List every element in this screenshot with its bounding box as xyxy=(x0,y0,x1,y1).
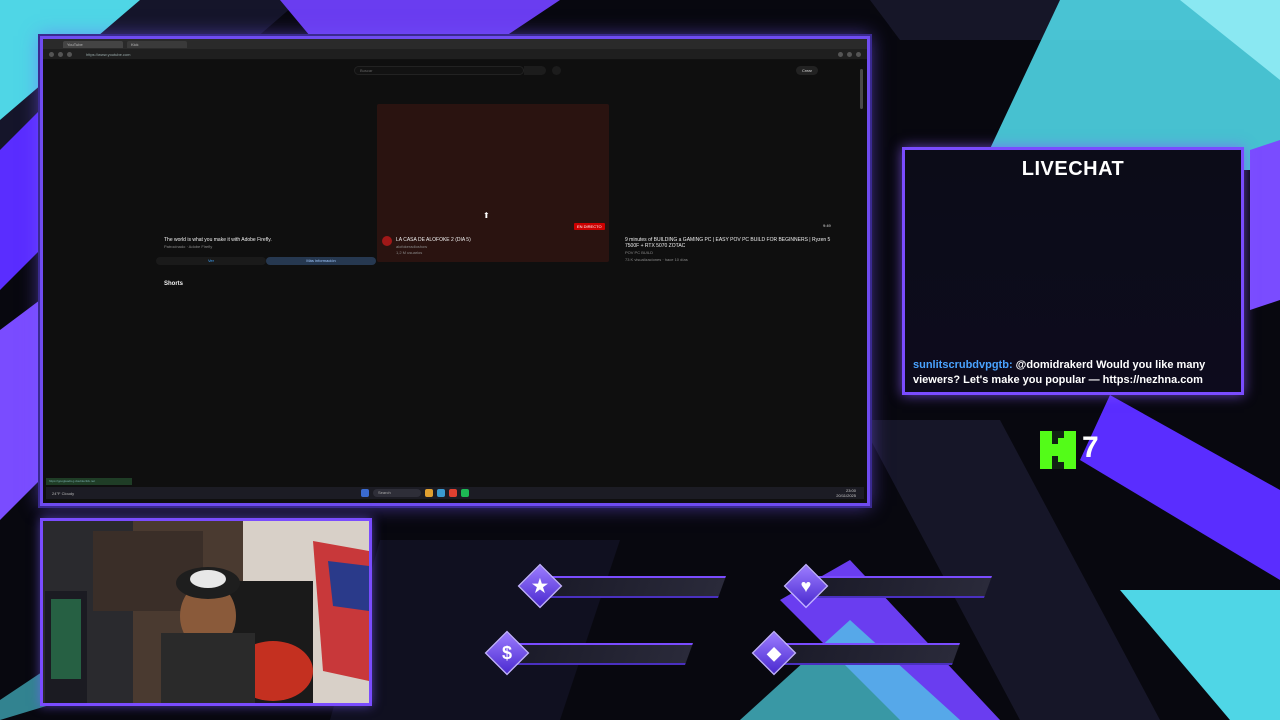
edge-icon[interactable] xyxy=(437,489,445,497)
taskbar-apps: Search xyxy=(361,489,469,497)
chat-username: sunlitscrubdvpgtb: xyxy=(913,359,1013,371)
sub-alert: ◆ xyxy=(751,630,962,676)
windows-taskbar: 24°F Cloudy Search 23:00 20/11/2025 xyxy=(46,487,864,499)
live-video-viewers: 1,2 M usuarios xyxy=(396,250,423,255)
sub-alert-bar xyxy=(769,643,961,665)
video-title-line2[interactable]: 7500F + RTX 5070 ZOTAC xyxy=(625,243,685,249)
url-text[interactable]: https://www.youtube.com xyxy=(86,52,130,57)
live-video-title[interactable]: LA CASA DE ALOFOKE 2 (DIA 5) xyxy=(396,237,471,243)
back-icon[interactable] xyxy=(49,51,54,57)
browser-window[interactable]: YouTube Kick https://www.youtube.com Bus… xyxy=(40,36,870,506)
donation-alert: $ xyxy=(484,630,695,676)
like-alert: ♥ xyxy=(783,563,994,609)
diamond-icon: ◆ xyxy=(767,643,781,663)
ad-sponsor: Patrocinado · Adobe Firefly xyxy=(164,244,213,249)
shorts-heading: Shorts xyxy=(164,281,184,287)
cursor-icon: ⬆ xyxy=(483,211,490,220)
live-badge: EN DIRECTO xyxy=(574,223,605,230)
video-channel[interactable]: POV PC BUILD xyxy=(625,250,653,255)
follow-alert-bar xyxy=(535,576,727,598)
youtube-page: Buscar Crear ⬆ EN DIRECTO 9:49 The world… xyxy=(46,61,864,479)
browser-tab[interactable]: YouTube xyxy=(63,40,123,48)
clock-date: 20/11/2025 xyxy=(836,493,856,498)
address-bar[interactable]: https://www.youtube.com xyxy=(43,49,867,60)
chrome-icon[interactable] xyxy=(449,489,457,497)
search-button[interactable] xyxy=(524,66,546,75)
kick-logo-icon xyxy=(1040,431,1076,469)
donation-alert-bar xyxy=(502,643,694,665)
extensions-icon[interactable] xyxy=(847,51,852,57)
chat-message: sunlitscrubdvpgtb: @domidrakerd Would yo… xyxy=(913,358,1233,388)
taskbar-clock[interactable]: 23:00 20/11/2025 xyxy=(836,488,856,498)
webcam-feed xyxy=(40,518,372,706)
dollar-icon: $ xyxy=(501,643,512,663)
video-duration: 9:49 xyxy=(823,223,831,228)
weather-temp: 24°F xyxy=(52,490,61,496)
like-alert-bar xyxy=(801,576,993,598)
folder-icon[interactable] xyxy=(425,489,433,497)
heart-icon: ♥ xyxy=(800,576,812,596)
weather-desc: Cloudy xyxy=(61,490,75,496)
taskbar-search[interactable]: Search xyxy=(373,489,421,497)
weather-widget[interactable]: 24°F Cloudy xyxy=(46,491,74,496)
spotify-icon[interactable] xyxy=(461,489,469,497)
live-video-channel[interactable]: alofokeradioshow xyxy=(396,244,427,249)
ad-watch-button[interactable]: Ver xyxy=(156,257,266,265)
mic-icon[interactable] xyxy=(552,66,561,75)
status-url: https://googleads.g.doubleclick.net xyxy=(46,478,132,485)
profile-icon[interactable] xyxy=(856,51,861,57)
star-icon: ★ xyxy=(531,576,549,596)
viewer-count: 7 xyxy=(1082,431,1099,464)
webcam-image xyxy=(43,521,369,703)
start-icon[interactable] xyxy=(361,489,369,497)
page-scrollbar[interactable] xyxy=(860,69,863,109)
ad-title[interactable]: The world is what you make it with Adobe… xyxy=(164,237,272,243)
bookmark-icon[interactable] xyxy=(838,51,843,57)
create-button[interactable]: Crear xyxy=(796,66,818,75)
livechat-panel: LIVECHAT sunlitscrubdvpgtb: @domidrakerd… xyxy=(902,147,1244,395)
kick-viewer-count: 7 xyxy=(1030,423,1110,477)
browser-tabbar: YouTube Kick xyxy=(43,39,867,49)
reload-icon[interactable] xyxy=(67,51,72,57)
stream-overlay: YouTube Kick https://www.youtube.com Bus… xyxy=(0,0,1280,720)
follow-alert: ★ xyxy=(517,563,728,609)
ad-more-button[interactable]: Más información xyxy=(266,257,376,265)
browser-tab[interactable]: Kick xyxy=(127,40,187,48)
livechat-title: LIVECHAT xyxy=(1021,158,1125,180)
search-input[interactable]: Buscar xyxy=(354,66,524,75)
forward-icon[interactable] xyxy=(58,51,63,57)
channel-avatar[interactable] xyxy=(382,236,392,246)
video-stats: 73 K visualizaciones · hace 10 días xyxy=(625,257,688,262)
